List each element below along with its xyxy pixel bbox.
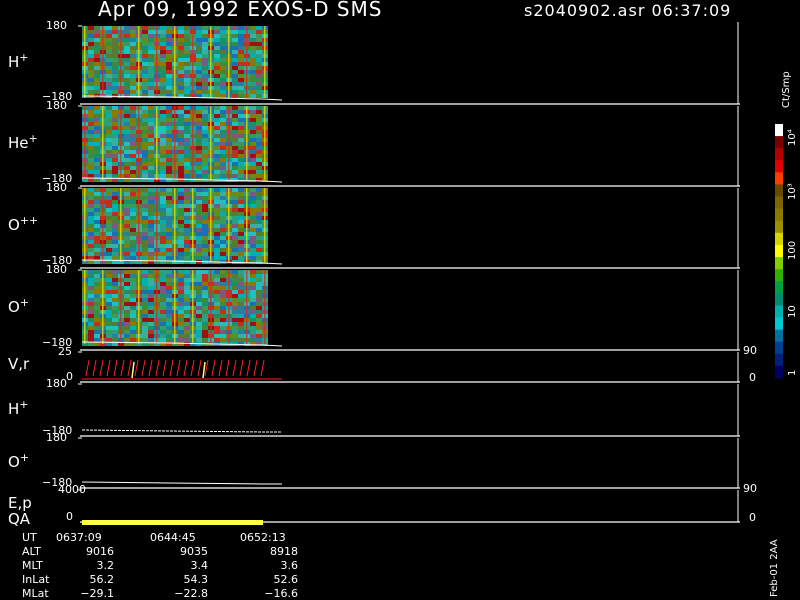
ephem-label-inlat: InLat: [22, 573, 50, 586]
ephem-value: 0637:09: [56, 531, 102, 544]
ytick-max-4: 180: [46, 263, 67, 276]
ephem-label-mlat: MLat: [22, 587, 49, 600]
colorbar-tick-2: 10³: [787, 183, 798, 200]
colorbar-segment-11: [775, 244, 783, 258]
panel-label-sup-2: +: [28, 132, 38, 145]
file-info: s2040902.asr 06:37:09: [524, 1, 732, 20]
ephem-value: 9016: [86, 545, 114, 558]
ephem-value: 54.3: [183, 573, 209, 586]
rtick-max-8: 90: [743, 482, 757, 495]
footer-version: Feb-01 2AA: [769, 539, 780, 597]
panel-label-text-7: O: [8, 453, 20, 471]
ytick-min-5: 0: [66, 370, 73, 383]
ephem-value: 3.6: [280, 559, 299, 572]
colorbar-segment-12: [775, 257, 783, 270]
panel-label-sup-7: +: [19, 451, 30, 464]
spectrogram-panel-2: [82, 106, 268, 182]
panel-label-sup-4: +: [19, 296, 30, 309]
colorbar-tick-1: 10⁴: [787, 129, 798, 146]
colorbar-segment-15: [775, 293, 783, 306]
colorbar-segment-16: [775, 305, 783, 319]
colorbar-segment-6: [775, 184, 783, 198]
colorbar-segment-9: [775, 220, 783, 234]
rtick-max-5: 90: [743, 344, 757, 357]
panel-label-6: H+: [8, 398, 29, 418]
colorbar-segment-7: [775, 196, 783, 210]
ephem-value: 3.4: [190, 559, 209, 572]
ephem-value: 9035: [180, 545, 208, 558]
colorbar-segment-13: [775, 269, 783, 282]
colorbar-segment-1: [775, 124, 783, 137]
plot-canvas: [78, 22, 783, 525]
colorbar-segment-3: [775, 148, 783, 161]
rtick-min-5: 0: [749, 371, 756, 384]
ephem-label-alt: ALT: [22, 545, 41, 558]
line-trace-7: [81, 481, 282, 485]
colorbar-segment-21: [775, 365, 783, 379]
colorbar-segment-2: [775, 136, 783, 149]
colorbar-tick-3: 100: [787, 240, 798, 260]
ephem-value: −16.6: [264, 587, 298, 600]
colorbar-segment-4: [775, 160, 783, 173]
colorbar-segment-20: [775, 353, 783, 367]
ephem-value: 56.2: [89, 573, 115, 586]
ephem-value: −22.8: [174, 587, 208, 600]
ephem-label-mlt: MLT: [22, 559, 43, 572]
ytick-min-8: 0: [66, 510, 73, 523]
colorbar-segment-8: [775, 208, 783, 222]
ephem-value: 3.2: [96, 559, 115, 572]
qa-flag-bar: [82, 520, 263, 525]
colorbar-segment-19: [775, 341, 783, 355]
ytick-max-7: 180: [46, 431, 67, 444]
panel-label-text-6: H: [8, 400, 20, 418]
ephem-value: 0652:13: [240, 531, 286, 544]
ytick-max-5: 25: [58, 345, 72, 358]
colorbar-segment-18: [775, 329, 783, 343]
colorbar-segment-14: [775, 281, 783, 294]
qa-label: QA: [8, 510, 31, 528]
panel-label-sup-1: +: [19, 51, 29, 64]
ephem-label-ut: UT: [22, 531, 37, 544]
panel-label-text-3: O: [8, 216, 20, 234]
colorbar-unit-label: Ct/Smp: [781, 71, 792, 108]
ytick-max-3: 180: [46, 181, 67, 194]
panel-label-text-4: O: [8, 298, 20, 316]
panel-label-1: H+: [8, 51, 29, 71]
panel-label-text-1: H: [8, 53, 20, 71]
ytick-max-2: 180: [46, 99, 67, 112]
ephem-value: 0644:45: [150, 531, 196, 544]
colorbar-segment-17: [775, 317, 783, 331]
colorbar-tick-5: 1: [787, 369, 798, 376]
ephem-value: 8918: [270, 545, 298, 558]
panel-label-2: He+: [8, 132, 38, 152]
colorbar-tick-4: 10: [787, 305, 798, 318]
rtick-min-8: 0: [749, 511, 756, 524]
panel-label-text-2: He: [8, 134, 29, 152]
plot-title: Apr 09, 1992 EXOS-D SMS: [98, 0, 383, 21]
panel-label-4: O+: [8, 296, 29, 316]
colorbar-segment-10: [775, 232, 783, 246]
ytick-max-8: 4000: [58, 483, 86, 496]
spectrogram-panel-1: [82, 26, 268, 98]
panel-label-3: O++: [8, 214, 38, 234]
ytick-max-1: 180: [46, 19, 67, 32]
panel-label-5: V,r: [8, 355, 29, 373]
ephem-value: 52.6: [273, 573, 299, 586]
ephem-value: −29.1: [80, 587, 114, 600]
panel-label-7: O+: [8, 451, 29, 471]
panel-label-text-5: V,r: [8, 355, 30, 373]
spectrogram-panel-4: [82, 270, 268, 346]
velocity-trace: [85, 359, 265, 379]
panel-label-sup-3: ++: [19, 214, 39, 227]
panel-label-sup-6: +: [19, 398, 29, 411]
colorbar-segment-5: [775, 172, 783, 185]
ytick-max-6: 180: [46, 377, 67, 390]
line-trace-6: [81, 429, 282, 433]
spectrogram-panel-3: [82, 188, 268, 264]
